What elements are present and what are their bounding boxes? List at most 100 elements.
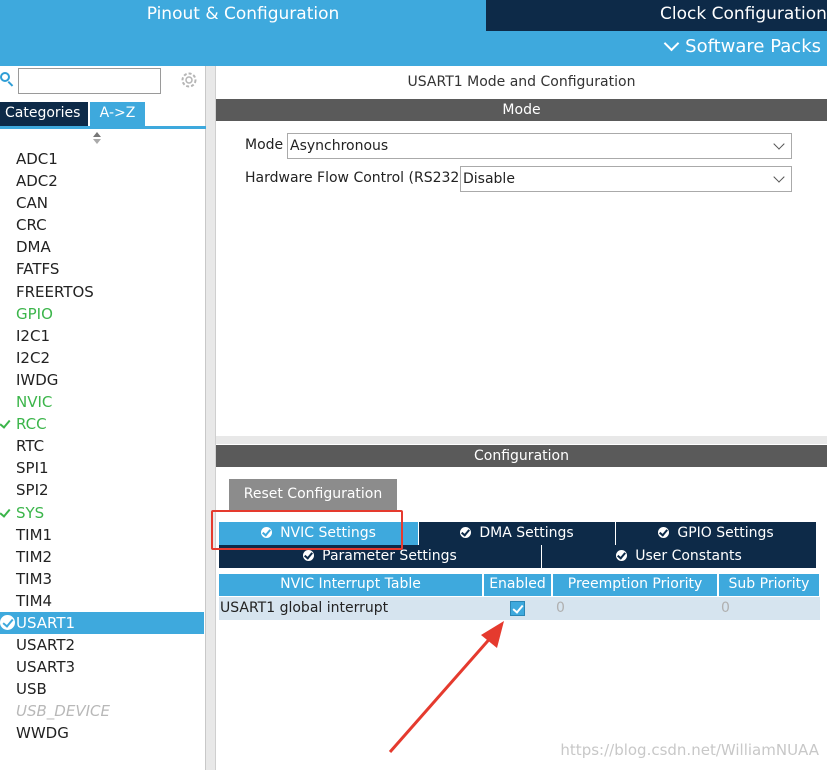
flow-control-select-value: Disable — [463, 171, 515, 187]
col-header-sub-priority[interactable]: Sub Priority — [719, 574, 820, 596]
sidebar-item-iwdg[interactable]: IWDG — [0, 369, 204, 391]
sidebar-item-i2c1[interactable]: I2C1 — [0, 325, 204, 347]
sidebar-item-label: FATFS — [16, 260, 60, 279]
tab-categories[interactable]: Categories — [0, 102, 88, 126]
tab-gpio-settings[interactable]: GPIO Settings — [616, 522, 817, 545]
sidebar-item-label: GPIO — [16, 304, 53, 323]
sidebar-item-wwdg[interactable]: WWDG — [0, 722, 204, 744]
search-icon — [0, 72, 14, 87]
mode-panel: USART1 Mode and Configuration Mode Mode … — [216, 66, 827, 436]
sidebar-item-label: TIM3 — [16, 569, 53, 588]
flow-control-label: Hardware Flow Control (RS232) — [245, 170, 465, 186]
gear-icon[interactable] — [179, 70, 199, 90]
panel-splitter[interactable] — [206, 66, 216, 770]
mode-label: Mode — [245, 137, 284, 153]
tab-pinout-configuration[interactable]: Pinout & Configuration — [0, 0, 486, 31]
mode-select-value: Asynchronous — [290, 138, 389, 154]
col-header-preemption-priority[interactable]: Preemption Priority — [553, 574, 718, 596]
sidebar-item-nvic[interactable]: NVIC — [0, 391, 204, 413]
tab-user-constants[interactable]: User Constants — [542, 545, 817, 568]
sidebar-item-label: TIM1 — [16, 525, 53, 544]
panel-divider[interactable] — [216, 436, 827, 444]
sidebar-item-fatfs[interactable]: FATFS — [0, 258, 204, 280]
sidebar-item-tim1[interactable]: TIM1 — [0, 524, 204, 546]
sidebar-item-rtc[interactable]: RTC — [0, 435, 204, 457]
sidebar-item-label: ADC2 — [16, 172, 58, 191]
sidebar-item-label: USB — [16, 680, 47, 699]
checkmark-icon — [0, 505, 11, 518]
search-input[interactable] — [18, 68, 161, 94]
sidebar-item-usart3[interactable]: USART3 — [0, 656, 204, 678]
sidebar-item-rcc[interactable]: RCC — [0, 413, 204, 435]
sidebar-item-freertos[interactable]: FREERTOS — [0, 281, 204, 303]
sidebar-item-label: SYS — [16, 503, 45, 522]
sidebar-item-adc1[interactable]: ADC1 — [0, 148, 204, 170]
sort-icon[interactable] — [92, 132, 102, 146]
sidebar-item-label: IWDG — [16, 370, 59, 389]
sidebar-item-tim2[interactable]: TIM2 — [0, 546, 204, 568]
sidebar-item-label: RCC — [16, 415, 47, 434]
sidebar-item-label: I2C1 — [16, 326, 50, 345]
sidebar-item-label: NVIC — [16, 393, 53, 412]
sidebar-item-label: CAN — [16, 194, 48, 213]
tab-underline — [0, 126, 206, 129]
interrupt-name-cell: USART1 global interrupt — [220, 600, 389, 616]
sidebar-item-label: TIM4 — [16, 591, 53, 610]
tab-dma-settings[interactable]: DMA Settings — [419, 522, 616, 545]
sidebar-item-label: SPI2 — [16, 481, 49, 500]
software-packs-menu[interactable]: Software Packs — [663, 35, 821, 57]
sidebar-item-label: USART3 — [16, 658, 76, 677]
peripheral-list: ADC1 ADC2 CAN CRC DMA FATFS FREERTOS GPIO I2C1 I2… — [0, 148, 204, 745]
sidebar-item-usart1[interactable]: USART1 — [0, 611, 204, 635]
mode-section-header: Mode — [216, 99, 827, 121]
sidebar-item-label: RTC — [16, 437, 45, 456]
sidebar-item-usb[interactable]: USB — [0, 678, 204, 700]
flow-control-select[interactable]: Disable — [460, 166, 792, 192]
check-circle-icon — [303, 550, 315, 561]
tab-clock-configuration[interactable]: Clock Configuration — [486, 0, 827, 31]
software-packs-label: Software Packs — [685, 36, 821, 57]
sidebar-item-tim3[interactable]: TIM3 — [0, 568, 204, 590]
sidebar-item-label: I2C2 — [16, 348, 50, 367]
tab-gpio-label: GPIO Settings — [677, 525, 774, 541]
sidebar-item-spi1[interactable]: SPI1 — [0, 457, 204, 479]
sidebar-item-label: DMA — [16, 238, 51, 257]
enabled-checkbox[interactable] — [510, 601, 525, 616]
col-header-enabled[interactable]: Enabled — [484, 574, 552, 596]
chevron-down-icon — [663, 35, 680, 52]
sidebar-item-can[interactable]: CAN — [0, 192, 204, 214]
stm32cubemx-window: Pinout & Configuration Clock Configurati… — [0, 0, 827, 770]
sidebar-item-label: USART1 — [16, 613, 76, 632]
sidebar-item-adc2[interactable]: ADC2 — [0, 170, 204, 192]
watermark: https://blog.csdn.net/WilliamNUAA — [560, 741, 819, 759]
preemption-priority-cell[interactable]: 0 — [556, 597, 565, 620]
tab-parameter-label: Parameter Settings — [322, 548, 457, 564]
check-circle-icon — [0, 614, 15, 630]
mode-select[interactable]: Asynchronous — [287, 133, 792, 159]
annotation-highlight-box — [211, 510, 403, 550]
sidebar-item-crc[interactable]: CRC — [0, 214, 204, 236]
sidebar-item-label: FREERTOS — [16, 282, 94, 301]
sidebar-item-label: SPI1 — [16, 459, 49, 478]
check-circle-icon — [616, 550, 628, 561]
software-packs-bar: Software Packs — [0, 31, 827, 66]
tab-dma-label: DMA Settings — [479, 525, 574, 541]
tab-a-z[interactable]: A->Z — [90, 102, 145, 126]
chevron-down-icon — [773, 171, 785, 183]
sidebar-item-dma[interactable]: DMA — [0, 236, 204, 258]
sidebar-item-usart2[interactable]: USART2 — [0, 634, 204, 656]
sidebar-item-spi2[interactable]: SPI2 — [0, 479, 204, 501]
check-circle-icon — [658, 527, 670, 538]
annotation-arrow — [388, 621, 504, 753]
sub-priority-cell[interactable]: 0 — [721, 597, 730, 620]
sidebar-item-i2c2[interactable]: I2C2 — [0, 347, 204, 369]
sidebar-item-label: TIM2 — [16, 547, 53, 566]
col-header-interrupt-table[interactable]: NVIC Interrupt Table — [219, 574, 483, 596]
sidebar-item-tim4[interactable]: TIM4 — [0, 590, 204, 612]
check-circle-icon — [460, 527, 472, 538]
configuration-section-header: Configuration — [216, 445, 827, 467]
sidebar-item-usb-device[interactable]: USB_DEVICE — [0, 700, 204, 722]
sidebar-item-sys[interactable]: SYS — [0, 502, 204, 524]
sidebar-item-gpio[interactable]: GPIO — [0, 303, 204, 325]
reset-configuration-button[interactable]: Reset Configuration — [229, 479, 397, 511]
